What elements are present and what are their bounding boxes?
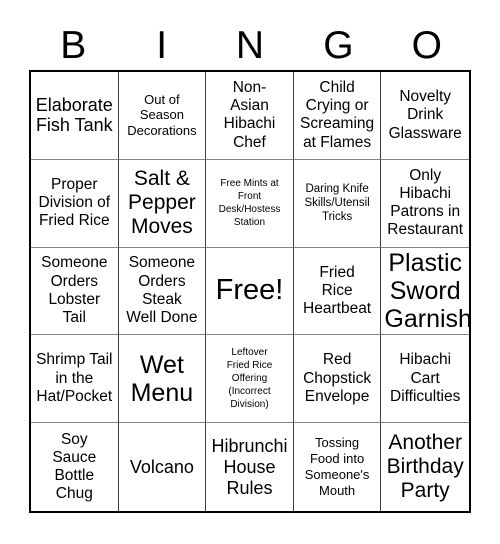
bingo-cell-label: Shrimp Tail in the Hat/Pocket xyxy=(36,351,113,405)
bingo-cell[interactable]: Only Hibachi Patrons in Restaurant xyxy=(381,159,469,248)
bingo-cell[interactable]: Shrimp Tail in the Hat/Pocket xyxy=(31,335,119,424)
bingo-cell-label: Plastic Sword Garnish xyxy=(384,249,469,333)
bingo-cell-label: Someone Orders Steak Well Done xyxy=(126,254,198,327)
bingo-cell[interactable]: Wet Menu xyxy=(118,335,207,424)
bingo-cell-label: Leftover Fried Rice Offering (Incorrect … xyxy=(226,347,273,411)
bingo-cell[interactable]: Elaborate Fish Tank xyxy=(31,72,119,160)
bingo-cell[interactable]: Hibrunchi House Rules xyxy=(206,423,294,511)
bingo-cell[interactable]: Volcano xyxy=(118,423,207,511)
bingo-cell-label: Volcano xyxy=(129,456,194,477)
bingo-cell-label: Red Chopstick Envelope xyxy=(303,351,372,405)
header-letter-b: B xyxy=(60,24,87,67)
bingo-cell-label: Wet Menu xyxy=(130,350,194,407)
bingo-cell[interactable]: Free Mints at Front Desk/Hostess Station xyxy=(206,159,294,248)
bingo-header: B I N G O xyxy=(29,21,471,70)
bingo-cell[interactable]: Soy Sauce Bottle Chug xyxy=(31,423,119,511)
bingo-cell-label: Another Birthday Party xyxy=(386,431,464,503)
bingo-cell[interactable]: Proper Division of Fried Rice xyxy=(31,159,119,248)
bingo-cell[interactable]: Fried Rice Heartbeat xyxy=(293,247,382,336)
bingo-cell[interactable]: Non- Asian Hibachi Chef xyxy=(206,72,294,160)
bingo-cell[interactable]: Out of Season Decorations xyxy=(118,72,207,160)
header-letter-i: I xyxy=(156,24,168,67)
header-letter-n: N xyxy=(235,24,265,67)
bingo-cell-label: Tossing Food into Someone's Mouth xyxy=(304,435,370,498)
bingo-cell[interactable]: Someone Orders Steak Well Done xyxy=(118,247,207,336)
bingo-cell-label: Novelty Drink Glassware xyxy=(388,87,462,142)
bingo-cell-label: Daring Knife Skills/Utensil Tricks xyxy=(304,182,370,224)
header-letter-o: O xyxy=(411,24,442,67)
bingo-cell-label: Non- Asian Hibachi Chef xyxy=(223,78,276,151)
bingo-cell-label: Proper Division of Fried Rice xyxy=(38,175,111,230)
header-letter-g: G xyxy=(323,24,354,67)
bingo-cell[interactable]: Daring Knife Skills/Utensil Tricks xyxy=(293,159,382,248)
bingo-cell[interactable]: Salt & Pepper Moves xyxy=(118,159,207,248)
bingo-cell[interactable]: Plastic Sword Garnish xyxy=(381,247,469,336)
bingo-cell-label: Child Crying or Screaming at Flames xyxy=(300,78,375,151)
bingo-cell-label: Salt & Pepper Moves xyxy=(128,167,196,239)
bingo-cell-label: Hibachi Cart Difficulties xyxy=(390,351,461,405)
bingo-cell-label: Hibrunchi House Rules xyxy=(211,435,288,498)
bingo-cell[interactable]: Another Birthday Party xyxy=(381,423,469,511)
bingo-cell-label: Only Hibachi Patrons in Restaurant xyxy=(387,166,464,239)
bingo-cell-label: Someone Orders Lobster Tail xyxy=(41,254,108,327)
bingo-cell[interactable]: Novelty Drink Glassware xyxy=(381,72,469,160)
bingo-cell-label: Free! xyxy=(215,274,284,307)
bingo-cell-label: Free Mints at Front Desk/Hostess Station xyxy=(218,178,281,229)
bingo-card: B I N G O Elaborate Fish Tank Out of Seas… xyxy=(0,0,500,544)
bingo-cell-label: Soy Sauce Bottle Chug xyxy=(52,430,97,503)
bingo-free-space[interactable]: Free! xyxy=(206,247,294,336)
bingo-cell[interactable]: Hibachi Cart Difficulties xyxy=(381,335,469,424)
bingo-cell[interactable]: Child Crying or Screaming at Flames xyxy=(293,72,382,160)
bingo-cell[interactable]: Someone Orders Lobster Tail xyxy=(31,247,119,336)
bingo-cell[interactable]: Red Chopstick Envelope xyxy=(293,335,382,424)
bingo-cell[interactable]: Leftover Fried Rice Offering (Incorrect … xyxy=(206,335,294,424)
bingo-cell[interactable]: Tossing Food into Someone's Mouth xyxy=(293,423,382,511)
bingo-cell-label: Fried Rice Heartbeat xyxy=(303,263,372,318)
bingo-grid: Elaborate Fish Tank Out of Season Decorat… xyxy=(29,70,471,513)
bingo-cell-label: Elaborate Fish Tank xyxy=(35,94,113,136)
bingo-cell-label: Out of Season Decorations xyxy=(127,91,197,139)
